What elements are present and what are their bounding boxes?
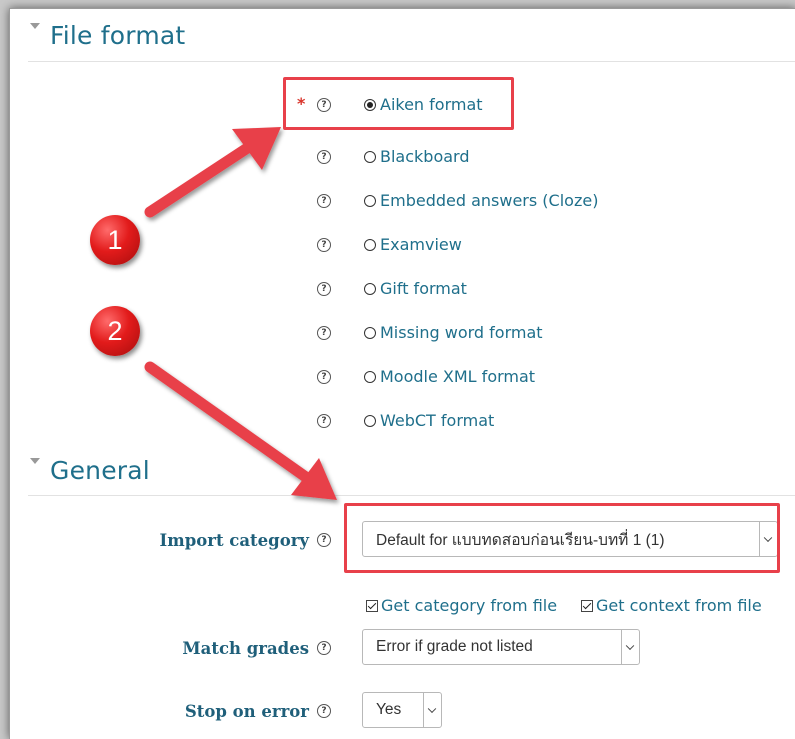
step-badge-1: 1: [90, 215, 140, 265]
step-badge-2: 2: [90, 306, 140, 356]
highlight-box-file-format: [283, 77, 514, 130]
highlight-box-import-category: [344, 503, 780, 573]
